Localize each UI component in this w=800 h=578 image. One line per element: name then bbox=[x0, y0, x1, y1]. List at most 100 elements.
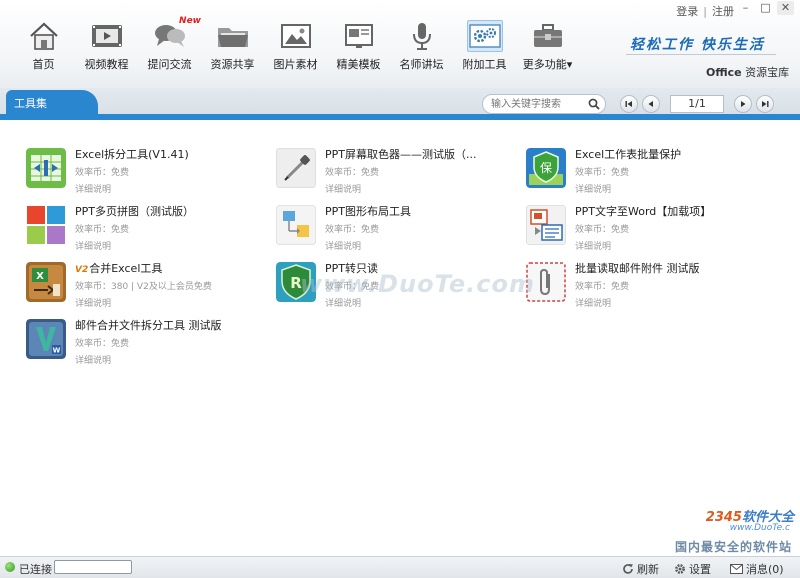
corner-watermark: 2345软件大全 www.DuoTe.c 国内最安全的软件站 bbox=[654, 496, 794, 556]
tool-title[interactable]: PPT图形布局工具 bbox=[325, 203, 411, 219]
nav-label-text: 更多功能 bbox=[522, 58, 567, 71]
tool-price: 效率币：免费 bbox=[325, 225, 380, 235]
picture-icon bbox=[278, 20, 314, 52]
first-page-icon bbox=[625, 101, 632, 107]
paperclip-icon bbox=[526, 262, 566, 302]
tool-item[interactable]: PPT图形布局工具 效率币：免费 详细说明 bbox=[276, 203, 526, 260]
tab-toolset[interactable]: 工具集 bbox=[6, 90, 98, 114]
tool-title[interactable]: PPT屏幕取色器——测试版（... bbox=[325, 146, 476, 162]
nav-video-tutorials[interactable]: 视频教程 bbox=[75, 20, 138, 76]
nav-label: 名师讲坛 bbox=[399, 58, 444, 71]
page-number[interactable]: 1/1 bbox=[670, 95, 724, 113]
tool-title-text: 合并Excel工具 bbox=[89, 262, 163, 275]
tool-item[interactable]: PPT多页拼图（测试版） 效率币：免费 详细说明 bbox=[26, 203, 276, 260]
tool-detail-link[interactable]: 详细说明 bbox=[575, 239, 711, 252]
tool-detail-link[interactable]: 详细说明 bbox=[75, 182, 189, 195]
svg-text:保: 保 bbox=[540, 161, 552, 175]
maximize-button[interactable]: □ bbox=[757, 1, 774, 15]
settings-button[interactable]: 设置 bbox=[674, 561, 711, 577]
first-page-button[interactable] bbox=[620, 95, 638, 113]
prev-page-button[interactable] bbox=[642, 95, 660, 113]
tool-price: 效率币：免费 bbox=[75, 225, 130, 235]
messages-button[interactable]: 消息(0) bbox=[730, 561, 784, 577]
excel-split-icon bbox=[26, 148, 66, 188]
status-bar: 已连接 刷新 设置 消息(0) bbox=[0, 556, 800, 578]
tool-item[interactable]: 批量读取邮件附件 测试版 效率币：免费 详细说明 bbox=[526, 260, 776, 317]
messages-label: 消息(0) bbox=[746, 563, 784, 576]
tool-item[interactable]: R PPT转只读 效率币：免费 详细说明 bbox=[276, 260, 526, 317]
minimize-button[interactable]: – bbox=[737, 1, 754, 15]
nav-templates[interactable]: 精美模板 bbox=[327, 20, 390, 76]
tool-price: 效率币：免费 bbox=[575, 168, 630, 178]
tool-price: 效率币：380 | V2及以上会员免费 bbox=[75, 282, 212, 292]
tool-detail-link[interactable]: 详细说明 bbox=[75, 239, 194, 252]
nav-label: 附加工具 bbox=[462, 58, 507, 71]
refresh-icon bbox=[623, 564, 633, 574]
nav-more-functions[interactable]: 更多功能▾ bbox=[516, 20, 579, 76]
toolbox-icon bbox=[530, 20, 566, 52]
nav-image-materials[interactable]: 图片素材 bbox=[264, 20, 327, 76]
tab-strip: 工具集 1/1 bbox=[0, 88, 800, 120]
nav-qa[interactable]: New 提问交流 bbox=[138, 16, 202, 76]
refresh-button[interactable]: 刷新 bbox=[622, 561, 659, 577]
nav-add-on-tools[interactable]: 附加工具 bbox=[453, 20, 516, 76]
tool-title[interactable]: V2合并Excel工具 bbox=[75, 260, 212, 276]
register-link[interactable]: 注册 bbox=[712, 5, 734, 18]
folder-share-icon bbox=[215, 20, 251, 52]
search-icon[interactable] bbox=[588, 98, 600, 113]
nav-label: 提问交流 bbox=[147, 58, 192, 71]
tool-title[interactable]: Excel拆分工具(V1.41) bbox=[75, 146, 189, 162]
tool-item[interactable]: W 邮件合并文件拆分工具 测试版 效率币：免费 详细说明 bbox=[26, 317, 276, 374]
mail-merge-icon: W bbox=[26, 319, 66, 359]
next-page-button[interactable] bbox=[734, 95, 752, 113]
tool-title[interactable]: 批量读取邮件附件 测试版 bbox=[575, 260, 700, 276]
nav-label: 首页 bbox=[32, 58, 55, 71]
last-page-icon bbox=[762, 101, 769, 107]
tool-item[interactable]: Excel拆分工具(V1.41) 效率币：免费 详细说明 bbox=[26, 146, 276, 203]
search-input[interactable] bbox=[483, 95, 583, 113]
prev-page-icon bbox=[648, 101, 653, 107]
house-icon bbox=[26, 20, 62, 52]
new-badge: New bbox=[179, 16, 201, 26]
nav-label: 视频教程 bbox=[84, 58, 129, 71]
svg-text:X: X bbox=[36, 271, 44, 282]
main-nav: 首页 视频教程 New 提问交流 资源共享 图片素材 精美模板 名师讲坛 附加工… bbox=[12, 16, 579, 76]
top-bar: 登录 | 注册 – □ ✕ 首页 视频教程 New 提问交流 资源共享 图片素材… bbox=[0, 0, 800, 88]
product-name-rest: 资源宝库 bbox=[741, 66, 790, 79]
tiles-icon bbox=[26, 205, 66, 245]
tool-price: 效率币：免费 bbox=[75, 339, 130, 349]
tool-title[interactable]: PPT文字至Word【加载项】 bbox=[575, 203, 711, 219]
nav-home[interactable]: 首页 bbox=[12, 20, 75, 76]
tool-detail-link[interactable]: 详细说明 bbox=[325, 296, 379, 309]
next-page-icon bbox=[741, 101, 746, 107]
tool-title[interactable]: 邮件合并文件拆分工具 测试版 bbox=[75, 317, 222, 333]
tool-item[interactable]: PPT屏幕取色器——测试版（... 效率币：免费 详细说明 bbox=[276, 146, 526, 203]
gear-icon bbox=[675, 564, 685, 574]
svg-text:R: R bbox=[290, 274, 302, 292]
tool-detail-link[interactable]: 详细说明 bbox=[575, 296, 700, 309]
corner-url: www.DuoTe.c bbox=[729, 523, 790, 533]
close-button[interactable]: ✕ bbox=[777, 1, 794, 15]
tool-item[interactable]: X V2合并Excel工具 效率币：380 | V2及以上会员免费 详细说明 bbox=[26, 260, 276, 317]
template-icon bbox=[341, 20, 377, 52]
tool-item[interactable]: PPT文字至Word【加载项】 效率币：免费 详细说明 bbox=[526, 203, 776, 260]
svg-text:W: W bbox=[53, 347, 61, 355]
refresh-label: 刷新 bbox=[637, 563, 659, 576]
tool-detail-link[interactable]: 详细说明 bbox=[75, 353, 222, 366]
tool-detail-link[interactable]: 详细说明 bbox=[325, 239, 411, 252]
ppt-to-word-icon bbox=[526, 205, 566, 245]
nav-resource-share[interactable]: 资源共享 bbox=[201, 20, 264, 76]
excel-merge-icon: X bbox=[26, 262, 66, 302]
tool-detail-link[interactable]: 详细说明 bbox=[575, 182, 681, 195]
tool-title[interactable]: PPT转只读 bbox=[325, 260, 379, 276]
tool-detail-link[interactable]: 详细说明 bbox=[75, 296, 212, 309]
last-page-button[interactable] bbox=[756, 95, 774, 113]
tool-title[interactable]: Excel工作表批量保护 bbox=[575, 146, 681, 162]
nav-label: 资源共享 bbox=[210, 58, 255, 71]
tool-item[interactable]: 保 Excel工作表批量保护 效率币：免费 详细说明 bbox=[526, 146, 776, 203]
tool-title[interactable]: PPT多页拼图（测试版） bbox=[75, 203, 194, 219]
tool-detail-link[interactable]: 详细说明 bbox=[325, 182, 476, 195]
connection-status: 已连接 bbox=[19, 563, 52, 576]
nav-lectures[interactable]: 名师讲坛 bbox=[390, 20, 453, 76]
login-link[interactable]: 登录 bbox=[676, 5, 698, 18]
